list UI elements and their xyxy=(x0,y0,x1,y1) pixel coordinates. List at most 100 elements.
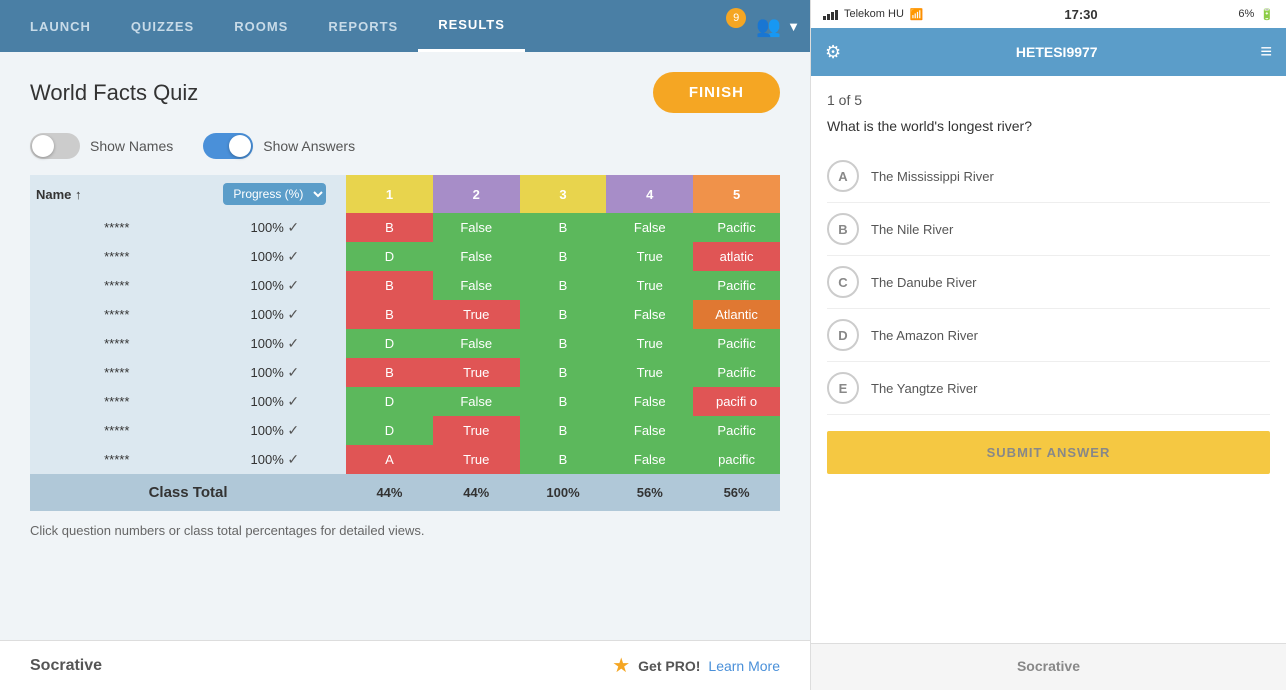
option-circle-d: D xyxy=(827,319,859,351)
progress-select[interactable]: Progress (%) xyxy=(223,183,326,205)
table-cell-q4-2: True xyxy=(606,271,693,300)
class-total-q4[interactable]: 56% xyxy=(606,474,693,511)
question-counter: 1 of 5 xyxy=(827,92,1270,108)
footer: Socrative ★ Get PRO! Learn More xyxy=(0,640,810,690)
col-header-q2[interactable]: 2 xyxy=(433,175,520,213)
table-cell-q3-6: B xyxy=(520,387,607,416)
nav-quizzes[interactable]: QUIZZES xyxy=(111,0,214,52)
page-title: World Facts Quiz xyxy=(30,80,198,106)
question-text: What is the world's longest river? xyxy=(827,118,1270,134)
table-cell-q3-8: B xyxy=(520,445,607,474)
finish-button[interactable]: FINISH xyxy=(653,72,780,113)
show-answers-toggle[interactable] xyxy=(203,133,253,159)
battery-level: 6% xyxy=(1238,8,1254,20)
table-row-name-8: ***** xyxy=(30,445,204,474)
col-header-q3[interactable]: 3 xyxy=(520,175,607,213)
table-cell-q2-8: True xyxy=(433,445,520,474)
table-cell-q4-6: False xyxy=(606,387,693,416)
name-sort-label: Name xyxy=(36,187,71,202)
table-cell-q1-2: B xyxy=(346,271,433,300)
table-cell-q5-4: Pacific xyxy=(693,329,780,358)
table-cell-q5-2: Pacific xyxy=(693,271,780,300)
table-cell-q2-3: True xyxy=(433,300,520,329)
table-cell-q4-1: True xyxy=(606,242,693,271)
table-cell-q2-5: True xyxy=(433,358,520,387)
option-text-e: The Yangtze River xyxy=(871,381,977,396)
answer-option-b[interactable]: B The Nile River xyxy=(827,203,1270,256)
phone-content: 1 of 5 What is the world's longest river… xyxy=(811,76,1286,643)
table-cell-q3-7: B xyxy=(520,416,607,445)
signal-bar-3 xyxy=(831,12,834,20)
phone-footer-brand: Socrative xyxy=(1017,658,1080,674)
table-cell-q4-7: False xyxy=(606,416,693,445)
carrier-name: Telekom HU xyxy=(844,8,904,20)
signal-bar-2 xyxy=(827,14,830,20)
table-row-name-5: ***** xyxy=(30,358,204,387)
table-cell-q2-2: False xyxy=(433,271,520,300)
answer-option-d[interactable]: D The Amazon River xyxy=(827,309,1270,362)
table-cell-q1-7: D xyxy=(346,416,433,445)
submit-answer-button[interactable]: SUBMIT ANSWER xyxy=(827,431,1270,474)
table-cell-q2-7: True xyxy=(433,416,520,445)
option-circle-c: C xyxy=(827,266,859,298)
table-cell-q1-1: D xyxy=(346,242,433,271)
table-cell-q5-3: Atlantic xyxy=(693,300,780,329)
table-row-name-3: ***** xyxy=(30,300,204,329)
table-cell-q4-8: False xyxy=(606,445,693,474)
nav-rooms[interactable]: ROOMS xyxy=(214,0,308,52)
class-total-q1[interactable]: 44% xyxy=(346,474,433,511)
table-cell-q4-0: False xyxy=(606,213,693,242)
class-total-q3[interactable]: 100% xyxy=(520,474,607,511)
footer-brand: Socrative xyxy=(30,657,102,675)
menu-icon[interactable]: ≡ xyxy=(1260,41,1272,64)
nav-results[interactable]: RESULTS xyxy=(418,0,525,52)
col-header-q1[interactable]: 1 xyxy=(346,175,433,213)
wifi-icon: 📶 xyxy=(910,8,924,21)
answer-option-e[interactable]: E The Yangtze River xyxy=(827,362,1270,415)
table-cell-q1-5: B xyxy=(346,358,433,387)
top-nav: LAUNCH QUIZZES ROOMS REPORTS RESULTS 9 👥… xyxy=(0,0,810,52)
learn-more-link[interactable]: Learn More xyxy=(708,658,780,674)
col-header-progress[interactable]: Progress (%) xyxy=(204,175,347,213)
table-row-progress-8: 100% ✓ xyxy=(204,445,347,474)
show-names-toggle[interactable] xyxy=(30,133,80,159)
left-panel: LAUNCH QUIZZES ROOMS REPORTS RESULTS 9 👥… xyxy=(0,0,810,690)
nav-launch[interactable]: LAUNCH xyxy=(10,0,111,52)
nav-dropdown-icon[interactable]: ▼ xyxy=(787,19,800,34)
table-cell-q2-1: False xyxy=(433,242,520,271)
gear-icon[interactable]: ⚙ xyxy=(825,42,841,63)
option-text-b: The Nile River xyxy=(871,222,953,237)
table-row-name-0: ***** xyxy=(30,213,204,242)
answer-option-a[interactable]: A The Mississippi River xyxy=(827,150,1270,203)
user-count-badge: 9 xyxy=(726,8,746,28)
col-header-q5[interactable]: 5 xyxy=(693,175,780,213)
col-header-q4[interactable]: 4 xyxy=(606,175,693,213)
option-text-a: The Mississippi River xyxy=(871,169,994,184)
table-row-progress-2: 100% ✓ xyxy=(204,271,347,300)
table-cell-q3-0: B xyxy=(520,213,607,242)
col-header-name[interactable]: Name ↑ xyxy=(30,175,204,213)
page-header: World Facts Quiz FINISH xyxy=(30,72,780,113)
answer-option-c[interactable]: C The Danube River xyxy=(827,256,1270,309)
table-cell-q1-4: D xyxy=(346,329,433,358)
right-panel: Telekom HU 📶 17:30 6% 🔋 ⚙ HETESI9977 ≡ 1… xyxy=(810,0,1286,690)
phone-status-bar: Telekom HU 📶 17:30 6% 🔋 xyxy=(811,0,1286,28)
table-cell-q5-5: Pacific xyxy=(693,358,780,387)
table-cell-q3-5: B xyxy=(520,358,607,387)
table-cell-q4-4: True xyxy=(606,329,693,358)
table-cell-q1-0: B xyxy=(346,213,433,242)
table-cell-q1-3: B xyxy=(346,300,433,329)
nav-reports[interactable]: REPORTS xyxy=(308,0,418,52)
option-text-c: The Danube River xyxy=(871,275,977,290)
table-cell-q3-4: B xyxy=(520,329,607,358)
show-names-toggle-group: Show Names xyxy=(30,133,173,159)
class-total-q5[interactable]: 56% xyxy=(693,474,780,511)
phone-footer: Socrative xyxy=(811,643,1286,690)
table-row-progress-3: 100% ✓ xyxy=(204,300,347,329)
option-circle-b: B xyxy=(827,213,859,245)
table-cell-q4-5: True xyxy=(606,358,693,387)
table-row-progress-5: 100% ✓ xyxy=(204,358,347,387)
phone-header: ⚙ HETESI9977 ≡ xyxy=(811,28,1286,76)
class-total-q2[interactable]: 44% xyxy=(433,474,520,511)
table-row-name-1: ***** xyxy=(30,242,204,271)
